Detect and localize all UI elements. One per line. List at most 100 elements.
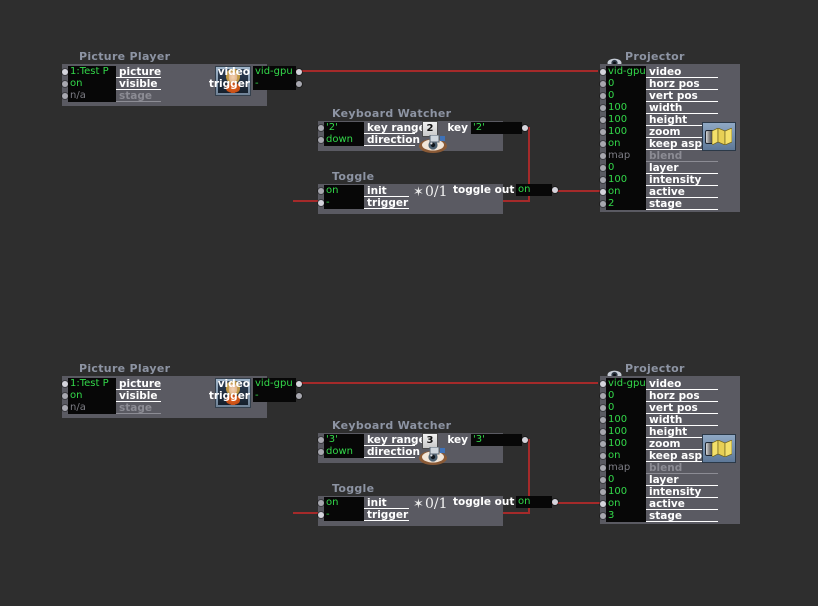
value-init[interactable]: on [324, 185, 364, 197]
value-blend[interactable]: map [606, 150, 646, 162]
row-video-out[interactable]: video vid-gpu [189, 66, 302, 78]
value-layer[interactable]: 0 [606, 474, 646, 486]
row-init[interactable]: on init [318, 497, 409, 509]
row-projector-intensity[interactable]: 100 intensity [600, 174, 718, 186]
output-port-video[interactable] [296, 381, 302, 387]
value-key-out[interactable]: '2' [471, 122, 522, 134]
row-projector-video[interactable]: vid-gpu video [600, 66, 718, 78]
row-toggle-out[interactable]: toggle out on [453, 184, 558, 196]
row-video-out[interactable]: video vid-gpu [189, 378, 302, 390]
node-projector[interactable]: Projector vid-gpu video 0 horz pos 0 ver… [600, 362, 745, 524]
node-picture-player[interactable]: Picture Player 1:Test P picture on visib… [62, 50, 302, 106]
row-projector-height[interactable]: 100 height [600, 426, 718, 438]
output-port-key[interactable] [522, 125, 528, 131]
value-trigger[interactable]: - [324, 197, 364, 209]
value-layer[interactable]: 0 [606, 162, 646, 174]
row-trigger-out[interactable]: trigger - [189, 78, 302, 90]
row-trigger-out[interactable]: trigger - [189, 390, 302, 402]
row-picture[interactable]: 1:Test P picture [62, 378, 161, 390]
output-port-key[interactable] [522, 437, 528, 443]
row-projector-keep-aspect[interactable]: on keep aspect [600, 138, 720, 150]
row-visible[interactable]: on visible [62, 78, 161, 90]
row-projector-vert-pos[interactable]: 0 vert pos [600, 402, 718, 414]
node-keyboard-watcher[interactable]: Keyboard Watcher '3' key range down dire… [318, 419, 528, 465]
row-stage[interactable]: n/a stage [62, 90, 161, 102]
node-picture-player[interactable]: Picture Player 1:Test P picture on visib… [62, 362, 302, 418]
value-stage[interactable]: n/a [68, 402, 116, 414]
value-video-out[interactable]: vid-gpu [253, 378, 296, 390]
map-icon[interactable] [702, 122, 736, 151]
row-projector-layer[interactable]: 0 layer [600, 162, 718, 174]
row-projector-height[interactable]: 100 height [600, 114, 718, 126]
value-toggle-out[interactable]: on [516, 184, 552, 196]
value-width[interactable]: 100 [606, 414, 646, 426]
value-vert-pos[interactable]: 0 [606, 402, 646, 414]
value-horz-pos[interactable]: 0 [606, 78, 646, 90]
node-toggle[interactable]: Toggle on init - trigger ✶ 0/1 toggle ou… [318, 482, 558, 526]
value-visible[interactable]: on [68, 390, 116, 402]
value-horz-pos[interactable]: 0 [606, 390, 646, 402]
value-width[interactable]: 100 [606, 102, 646, 114]
row-trigger[interactable]: - trigger [318, 197, 409, 209]
row-projector-active[interactable]: on active [600, 498, 718, 510]
value-video-out[interactable]: vid-gpu [253, 66, 296, 78]
value-visible[interactable]: on [68, 78, 116, 90]
value-trigger-out[interactable]: - [253, 78, 296, 90]
row-projector-intensity[interactable]: 100 intensity [600, 486, 718, 498]
value-stage[interactable]: n/a [68, 90, 116, 102]
output-port-trigger[interactable] [296, 81, 302, 87]
row-picture[interactable]: 1:Test P picture [62, 66, 161, 78]
output-port-video[interactable] [296, 69, 302, 75]
row-projector-video[interactable]: vid-gpu video [600, 378, 718, 390]
row-projector-width[interactable]: 100 width [600, 102, 718, 114]
row-projector-zoom[interactable]: 100 zoom [600, 438, 718, 450]
row-direction[interactable]: down direction [318, 446, 420, 458]
value-init[interactable]: on [324, 497, 364, 509]
value-zoom[interactable]: 100 [606, 126, 646, 138]
node-projector[interactable]: Projector vid-gpu video 0 horz pos 0 ver… [600, 50, 745, 212]
row-projector-keep-aspect[interactable]: on keep aspect [600, 450, 720, 462]
value-vert-pos[interactable]: 0 [606, 90, 646, 102]
map-icon[interactable] [702, 434, 736, 463]
row-stage[interactable]: n/a stage [62, 402, 161, 414]
row-projector-blend[interactable]: map blend [600, 462, 718, 474]
value-picture[interactable]: 1:Test P [68, 66, 116, 78]
value-key-range[interactable]: '2' [324, 122, 364, 134]
value-stage[interactable]: 2 [606, 198, 646, 210]
row-projector-zoom[interactable]: 100 zoom [600, 126, 718, 138]
value-key-range[interactable]: '3' [324, 434, 364, 446]
value-picture[interactable]: 1:Test P [68, 378, 116, 390]
row-init[interactable]: on init [318, 185, 409, 197]
value-active[interactable]: on [606, 498, 646, 510]
value-trigger-out[interactable]: - [253, 390, 296, 402]
value-stage[interactable]: 3 [606, 510, 646, 522]
value-video[interactable]: vid-gpu [606, 66, 646, 78]
value-keep-aspect[interactable]: on [606, 138, 646, 150]
node-keyboard-watcher[interactable]: Keyboard Watcher '2' key range down dire… [318, 107, 528, 153]
value-height[interactable]: 100 [606, 426, 646, 438]
value-toggle-out[interactable]: on [516, 496, 552, 508]
row-key-out[interactable]: key '2' [446, 122, 528, 134]
value-intensity[interactable]: 100 [606, 486, 646, 498]
output-port-toggle[interactable] [552, 187, 558, 193]
node-toggle[interactable]: Toggle on init - trigger ✶ 0/1 toggle ou… [318, 170, 558, 214]
value-video[interactable]: vid-gpu [606, 378, 646, 390]
row-projector-layer[interactable]: 0 layer [600, 474, 718, 486]
output-port-trigger[interactable] [296, 393, 302, 399]
row-projector-horz-pos[interactable]: 0 horz pos [600, 390, 718, 402]
value-direction[interactable]: down [324, 446, 364, 458]
row-projector-width[interactable]: 100 width [600, 414, 718, 426]
value-height[interactable]: 100 [606, 114, 646, 126]
value-trigger[interactable]: - [324, 509, 364, 521]
row-projector-horz-pos[interactable]: 0 horz pos [600, 78, 718, 90]
row-trigger[interactable]: - trigger [318, 509, 409, 521]
row-visible[interactable]: on visible [62, 390, 161, 402]
value-key-out[interactable]: '3' [471, 434, 522, 446]
value-direction[interactable]: down [324, 134, 364, 146]
value-zoom[interactable]: 100 [606, 438, 646, 450]
row-projector-stage[interactable]: 2 stage [600, 198, 718, 210]
row-key-out[interactable]: key '3' [446, 434, 528, 446]
row-key-range[interactable]: '2' key range [318, 122, 426, 134]
row-projector-active[interactable]: on active [600, 186, 718, 198]
value-active[interactable]: on [606, 186, 646, 198]
